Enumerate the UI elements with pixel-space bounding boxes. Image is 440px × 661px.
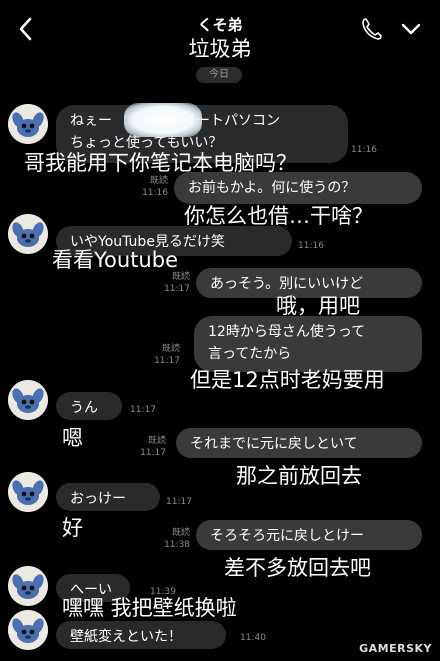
stitch-avatar-icon <box>8 380 48 420</box>
translation-caption: 嗯 <box>62 426 83 450</box>
message-time: 11:17 <box>166 497 192 507</box>
incoming-message-bubble[interactable]: うん <box>56 392 122 420</box>
message-time: 11:16 <box>142 188 168 198</box>
incoming-message-bubble[interactable]: 壁紙変えといた！ <box>56 621 226 649</box>
message-line: 壁紙変えといた！ <box>70 629 182 645</box>
message-time: 11:17 <box>164 284 190 294</box>
message-line: それまでに元に戻しといて <box>190 436 358 452</box>
message-time: 11:38 <box>164 540 190 550</box>
call-button[interactable] <box>360 16 384 42</box>
message-time: 11:16 <box>298 241 324 251</box>
message-line: おっけー <box>70 491 126 507</box>
outgoing-message-bubble[interactable]: そろそろ元に戻しとけー <box>196 520 422 550</box>
incoming-message-bubble[interactable]: おっけー <box>56 483 160 511</box>
watermark: GAMERSKY <box>359 642 432 655</box>
avatar[interactable] <box>8 566 48 606</box>
stitch-avatar-icon <box>8 104 48 144</box>
message-line: 12時から母さん使うって <box>208 324 366 340</box>
avatar[interactable] <box>8 214 48 254</box>
message-time: 11:17 <box>130 405 156 415</box>
avatar[interactable] <box>8 380 48 420</box>
read-receipt: 既読 <box>161 344 180 354</box>
read-receipt: 既読 <box>149 176 168 186</box>
translation-caption: 看看Youtube <box>52 248 178 272</box>
stitch-avatar-icon <box>8 472 48 512</box>
phone-icon <box>362 18 382 40</box>
stitch-avatar-icon <box>8 566 48 606</box>
avatar[interactable] <box>8 472 48 512</box>
read-receipt: 既読 <box>147 436 166 446</box>
chat-header: くそ弟 垃圾弟 <box>0 0 440 64</box>
date-divider: 今日 <box>196 67 242 83</box>
stitch-avatar-icon <box>8 610 48 650</box>
translation-caption: 嘿嘿 我把壁纸换啦 <box>62 596 237 620</box>
message-time: 11:16 <box>351 145 377 155</box>
outgoing-message-bubble[interactable]: それまでに元に戻しといて <box>176 428 422 458</box>
message-line: お前もかよ。何に使うの？ <box>188 180 356 196</box>
message-time: 11:17 <box>154 356 180 366</box>
message-time: 11:40 <box>240 633 266 643</box>
stitch-avatar-icon <box>8 214 48 254</box>
translation-caption: 好 <box>62 516 83 540</box>
translation-caption: 但是12点时老妈要用 <box>190 368 385 392</box>
translation-caption: 差不多放回去吧 <box>224 556 371 580</box>
menu-toggle-button[interactable] <box>400 18 422 40</box>
message-line: 言ってたから <box>208 346 292 362</box>
chevron-down-icon <box>401 23 421 35</box>
avatar[interactable] <box>8 610 48 650</box>
message-line: うん <box>70 400 98 416</box>
read-receipt: 既読 <box>171 528 190 538</box>
read-receipt: 既読 <box>171 272 190 282</box>
redaction-blur <box>124 103 202 137</box>
message-line: そろそろ元に戻しとけー <box>210 528 364 544</box>
message-time: 11:17 <box>140 448 166 458</box>
translation-caption: 那之前放回去 <box>236 464 362 488</box>
avatar[interactable] <box>8 104 48 144</box>
message-line: ねぇー のノートパソコン <box>70 113 280 129</box>
